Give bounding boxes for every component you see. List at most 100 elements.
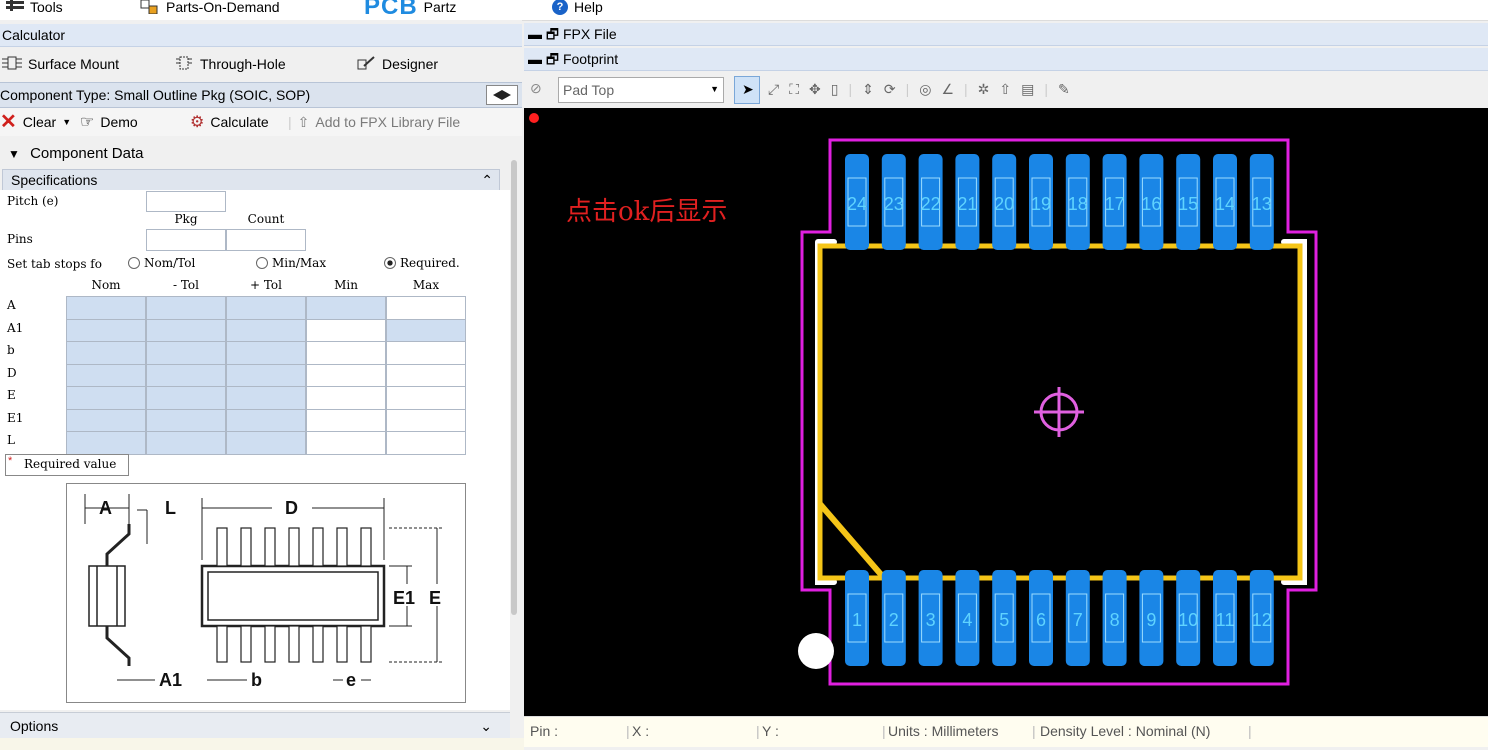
radio-min-max[interactable]: Min/Max (256, 256, 326, 270)
status-units: Units : Millimeters (888, 723, 999, 739)
radio-required[interactable]: Required. (384, 256, 460, 270)
spec-cell[interactable] (66, 408, 146, 432)
spec-cell[interactable] (306, 363, 386, 387)
calculate-button[interactable]: ⚙ Calculate (190, 108, 269, 136)
footprint-canvas[interactable]: 24 23 22 21 20 19 18 17 16 15 14 13 1 2 3 4 5 6 7 8 9 10 11 12… (524, 108, 1488, 716)
demo-button[interactable]: ☞ Demo (80, 108, 138, 136)
wrench-icon[interactable]: ✎ (1058, 81, 1070, 98)
print-icon[interactable]: ▤ (1021, 81, 1034, 98)
fpx-file-bar[interactable]: ▬ 🗗 FPX File (524, 23, 1488, 46)
spec-cell[interactable] (146, 318, 226, 342)
spec-cell[interactable] (66, 318, 146, 342)
footprint-bar[interactable]: ▬ 🗗 Footprint (524, 48, 1488, 71)
spec-cell[interactable] (66, 341, 146, 365)
radio-nomtol-label: Nom/Tol (144, 256, 196, 270)
spec-cell[interactable] (386, 408, 466, 432)
spec-cell[interactable] (146, 386, 226, 410)
component-icon[interactable]: ✲ (978, 81, 990, 98)
spec-cell[interactable] (146, 296, 226, 320)
tab-designer[interactable]: Designer (356, 48, 438, 80)
tab-surface-mount[interactable]: Surface Mount (2, 48, 119, 80)
spec-cell[interactable] (306, 318, 386, 342)
export-icon[interactable]: ⇧ (999, 81, 1011, 98)
menu-parts-on-demand[interactable]: Parts-On-Demand (140, 0, 280, 17)
spec-cell[interactable] (306, 386, 386, 410)
spec-cell[interactable] (386, 386, 466, 410)
spec-cell[interactable] (66, 296, 146, 320)
spec-cell[interactable] (226, 386, 306, 410)
align-icon[interactable]: ▯ (831, 81, 839, 98)
row-label-d: D (7, 365, 17, 380)
spec-cell[interactable] (226, 431, 306, 455)
spec-cell[interactable] (226, 296, 306, 320)
tab-through-hole[interactable]: Through-Hole (174, 48, 286, 80)
asterisk-icon: * (8, 455, 13, 467)
zoom-fit-icon[interactable]: ⤢ (768, 81, 779, 98)
spec-cell[interactable] (226, 363, 306, 387)
menu-partz-label: Partz (423, 0, 457, 15)
move-icon[interactable]: ✥ (809, 81, 821, 98)
spec-cell[interactable] (386, 363, 466, 387)
spec-cell[interactable] (386, 431, 466, 455)
select-tool-button[interactable]: ➤ (734, 76, 760, 104)
spec-cell[interactable] (66, 386, 146, 410)
pad-number: 22 (921, 194, 941, 214)
add-to-fpx-button[interactable]: | ⇧ Add to FPX Library File (288, 108, 460, 136)
specifications-label: Specifications (11, 172, 98, 188)
status-density: Density Level : Nominal (N) (1040, 723, 1211, 739)
spec-cell[interactable] (146, 341, 226, 365)
menu-pcb-partz[interactable]: PCB Partz (364, 0, 457, 19)
spec-cell[interactable] (146, 363, 226, 387)
zoom-select-icon[interactable]: ⛶ (789, 81, 799, 98)
col-plus-tol: + Tol (249, 278, 282, 292)
footprint-drawing[interactable]: 24 23 22 21 20 19 18 17 16 15 14 13 1 2 3 4 5 6 7 8 9 10 11 12… (524, 108, 1488, 716)
spec-cell[interactable] (386, 318, 466, 342)
annotation-text: 点击ok后显示 (566, 197, 727, 227)
specifications-bar[interactable]: Specifications ⌃ (2, 169, 500, 191)
pad-number: 1 (852, 610, 862, 630)
radio-nom-tol[interactable]: Nom/Tol (128, 256, 195, 270)
lead (360, 527, 372, 567)
spec-cell[interactable] (226, 408, 306, 432)
component-data-header[interactable]: ▼ Component Data (0, 142, 510, 166)
pins-pkg-input[interactable] (146, 229, 226, 251)
pad-number: 14 (1215, 194, 1235, 214)
minimize-icon: ▬ (528, 26, 542, 42)
footprint-toolbar: ⊘ Pad Top ▼ ➤ ⤢ ⛶ ✥ ▯ | ⇕ ⟳ | ◎ ∠ | ✲ ⇧ … (524, 72, 1488, 108)
count-label: Count (247, 212, 285, 226)
clear-button[interactable]: ✕ Clear ▼ (0, 108, 71, 136)
rotate-icon[interactable]: ⟳ (884, 81, 896, 98)
component-type-button[interactable] (486, 85, 518, 105)
spec-cell[interactable] (306, 431, 386, 455)
menu-help[interactable]: ? Help (552, 0, 603, 17)
measure-icon[interactable]: ∠ (941, 81, 954, 98)
package-diagram: A L D E1 E A1 b e (66, 483, 466, 703)
spec-cell[interactable] (66, 431, 146, 455)
spec-cell[interactable] (226, 341, 306, 365)
help-icon: ? (552, 0, 568, 15)
spec-cell[interactable] (226, 318, 306, 342)
layers-stack-icon[interactable]: ◎ (919, 81, 931, 98)
spec-cell[interactable] (386, 296, 466, 320)
layer-select[interactable]: Pad Top ▼ (558, 77, 724, 103)
layer-select-value: Pad Top (563, 82, 615, 98)
component-type-bar[interactable]: Component Type: Small Outline Pkg (SOIC,… (0, 82, 522, 108)
pitch-input[interactable] (146, 191, 226, 212)
flip-icon[interactable]: ⇕ (862, 81, 874, 98)
menu-tools[interactable]: Tools (6, 0, 63, 17)
demo-label: Demo (100, 114, 138, 130)
spec-cell[interactable] (66, 363, 146, 387)
spec-cell[interactable] (306, 341, 386, 365)
spec-cell[interactable] (146, 408, 226, 432)
spec-cell[interactable] (386, 341, 466, 365)
pins-count-input[interactable] (226, 229, 306, 251)
lead (264, 625, 276, 663)
spec-cell[interactable] (306, 296, 386, 320)
spec-cell[interactable] (306, 408, 386, 432)
tools-icon (6, 0, 24, 16)
spec-cell[interactable] (146, 431, 226, 455)
options-bar[interactable]: Options ⌄ (0, 712, 510, 739)
lead (288, 625, 300, 663)
left-scrollbar-thumb[interactable] (511, 160, 517, 615)
surface-mount-icon (2, 56, 22, 73)
